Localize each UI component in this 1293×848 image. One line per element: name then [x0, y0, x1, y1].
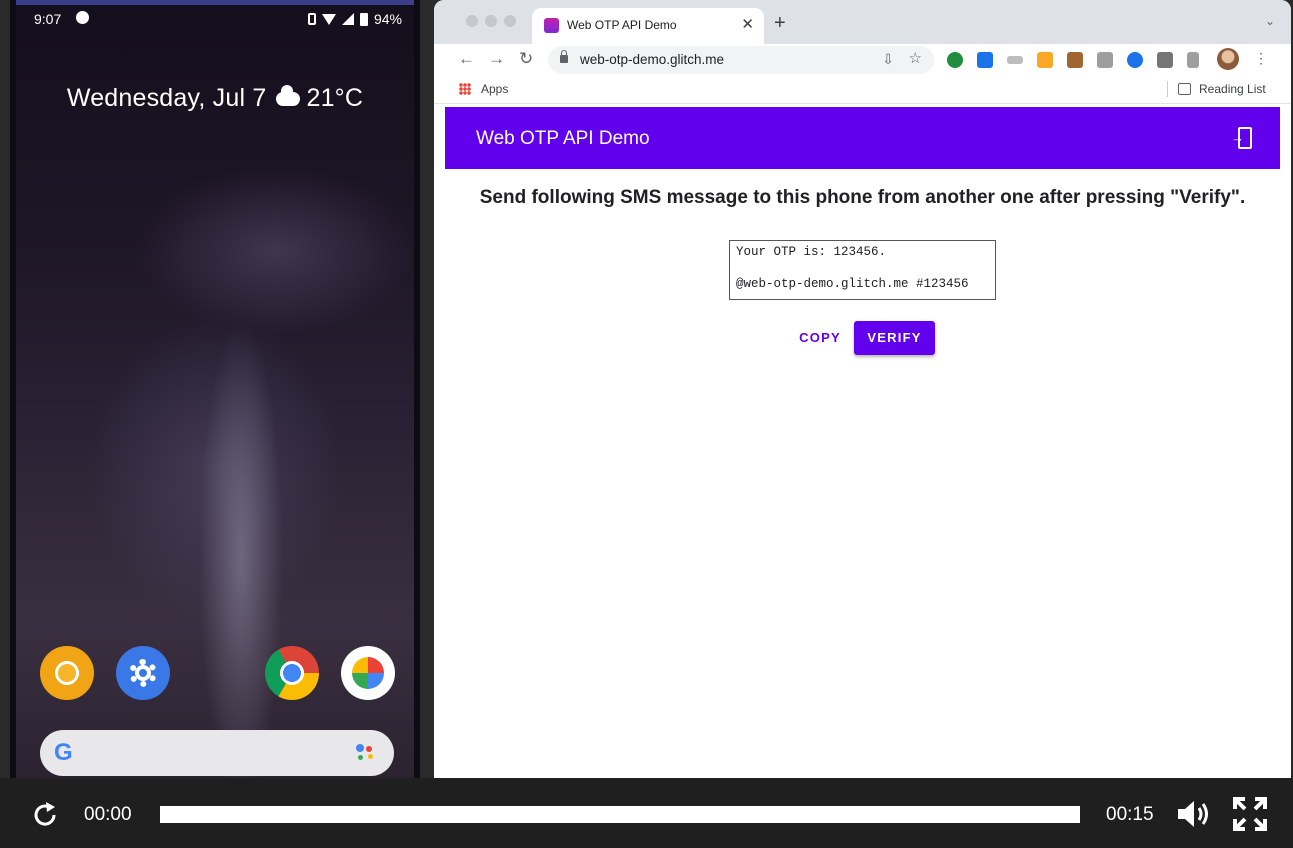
fullscreen-icon[interactable] [1233, 797, 1267, 831]
extension-green-icon[interactable] [947, 52, 963, 68]
extension-target-icon[interactable] [1127, 52, 1143, 68]
phone-home-screen: 9:07 94% Wednesday, Jul 7 21°C G [16, 0, 414, 778]
video-controls: 00:00 00:15 [0, 778, 1293, 848]
phone-top-bar [16, 0, 414, 5]
back-icon[interactable]: ← [458, 49, 475, 69]
tab-strip: Web OTP API Demo ✕ + ⌄ [434, 0, 1291, 44]
url-text: web-otp-demo.glitch.me [580, 52, 725, 67]
more-menu-icon[interactable]: ⋮ [1254, 50, 1268, 67]
browser-toolbar: ← → ↻ web-otp-demo.glitch.me ⇩ ☆ ⋮ [434, 44, 1291, 76]
chevron-down-icon[interactable]: ⌄ [1265, 14, 1275, 28]
bookmark-star-icon[interactable]: ☆ [909, 49, 922, 67]
status-time: 9:07 [34, 11, 62, 27]
apps-grid-icon[interactable] [459, 83, 471, 95]
close-icon[interactable]: ✕ [741, 15, 754, 33]
replay-icon[interactable] [30, 800, 60, 830]
phone-forward-icon[interactable] [1231, 127, 1252, 149]
android-phone: 9:07 94% Wednesday, Jul 7 21°C G [10, 0, 420, 778]
chrome-beta-icon[interactable] [40, 646, 94, 700]
extension-gray-icon[interactable] [1007, 56, 1023, 64]
sms-message-textarea[interactable]: Your OTP is: 123456. @web-otp-demo.glitc… [729, 240, 996, 300]
bookmarks-divider [1167, 81, 1168, 97]
volume-icon[interactable] [1176, 798, 1212, 830]
reload-icon[interactable]: ↻ [519, 49, 533, 69]
notification-app-icon [76, 11, 89, 24]
video-frame: 9:07 94% Wednesday, Jul 7 21°C G Web OTP… [0, 0, 1293, 778]
google-photos-icon[interactable] [341, 646, 395, 700]
page-title: Web OTP API Demo [476, 128, 650, 149]
signal-icon [341, 13, 354, 25]
tab-web-otp-demo[interactable]: Web OTP API Demo ✕ [532, 8, 764, 44]
current-time: 00:00 [84, 804, 132, 825]
phone-status-bar: 9:07 94% [16, 8, 414, 30]
install-app-icon[interactable]: ⇩ [882, 51, 894, 68]
app-bar: Web OTP API Demo [445, 107, 1280, 169]
verify-button[interactable]: VERIFY [854, 321, 935, 355]
date-text: Wednesday, Jul 7 [66, 84, 267, 112]
extension-window-icon[interactable] [1097, 52, 1113, 68]
extensions-puzzle-icon[interactable] [1157, 52, 1173, 68]
page-content: Web OTP API Demo Send following SMS mess… [445, 107, 1280, 778]
labs-flask-icon[interactable] [1187, 52, 1199, 68]
forward-icon[interactable]: → [488, 49, 505, 69]
settings-icon[interactable] [116, 646, 170, 700]
battery-icon [359, 12, 368, 26]
instruction-text: Send following SMS message to this phone… [479, 187, 1246, 208]
extension-shield-icon[interactable] [977, 52, 993, 68]
extension-folder-icon[interactable] [1037, 52, 1053, 68]
google-search-bar[interactable]: G [40, 730, 394, 776]
chrome-icon[interactable] [265, 646, 319, 700]
reading-list-button[interactable]: Reading List [1199, 82, 1266, 96]
google-g-icon: G [54, 739, 73, 766]
total-duration: 00:15 [1106, 804, 1154, 825]
bookmark-apps[interactable]: Apps [481, 82, 508, 96]
temperature-text: 21°C [306, 84, 364, 112]
battery-level: 94% [373, 11, 402, 27]
reading-list-icon[interactable] [1178, 83, 1191, 95]
chrome-browser-window: Web OTP API Demo ✕ + ⌄ ← → ↻ web-otp-dem… [434, 0, 1291, 778]
new-tab-icon[interactable]: + [774, 12, 786, 35]
wifi-icon [321, 13, 336, 25]
window-minimize-dot[interactable] [485, 15, 497, 27]
copy-button[interactable]: COPY [788, 321, 852, 355]
cloud-icon [276, 85, 301, 106]
profile-avatar[interactable] [1217, 48, 1239, 70]
seek-bar[interactable] [160, 806, 1080, 823]
vibrate-icon [307, 13, 316, 25]
at-a-glance-widget[interactable]: Wednesday, Jul 7 21°C [16, 84, 414, 113]
google-assistant-icon[interactable] [356, 744, 378, 762]
bookmarks-bar: Apps Reading List [434, 76, 1291, 104]
window-maximize-dot[interactable] [504, 15, 516, 27]
extension-book-icon[interactable] [1067, 52, 1083, 68]
tab-title: Web OTP API Demo [567, 18, 677, 32]
address-bar[interactable]: web-otp-demo.glitch.me ⇩ ☆ [548, 46, 934, 74]
lock-icon[interactable] [560, 50, 568, 63]
glitch-favicon-icon [544, 18, 559, 33]
status-indicators: 94% [307, 11, 402, 27]
window-close-dot[interactable] [466, 15, 478, 27]
